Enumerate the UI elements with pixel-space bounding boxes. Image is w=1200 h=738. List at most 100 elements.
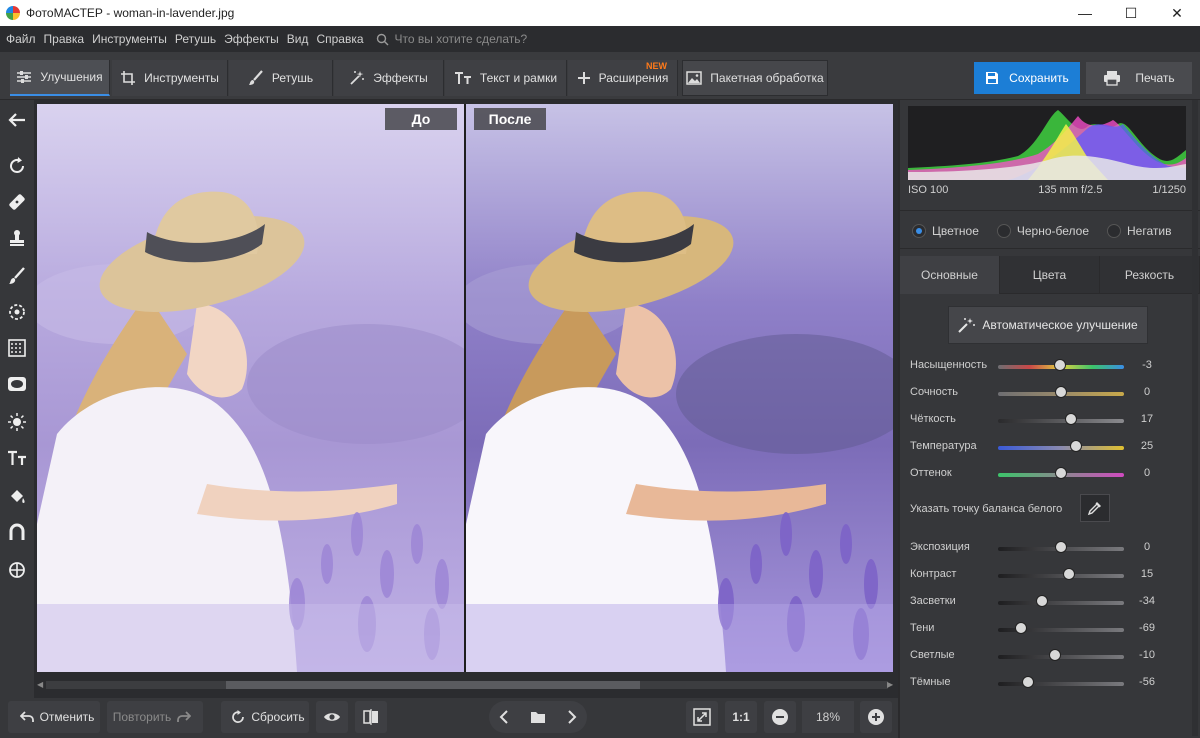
slider-knob[interactable]	[1055, 467, 1067, 479]
slider-knob[interactable]	[1053, 359, 1066, 371]
tab-colors[interactable]: Цвета	[1000, 256, 1100, 294]
slider-track[interactable]	[998, 601, 1124, 605]
slider-label: Оттенок	[910, 467, 952, 479]
slider-track[interactable]	[998, 419, 1124, 423]
slider-value[interactable]: -69	[1132, 622, 1162, 634]
actual-size-button[interactable]: 1:1	[725, 701, 757, 733]
app-logo-icon	[6, 6, 20, 20]
gradient-filter-icon[interactable]	[5, 336, 29, 360]
zoom-out-icon	[772, 709, 788, 725]
print-button[interactable]: Печать	[1086, 62, 1192, 94]
vignette-icon[interactable]	[5, 372, 29, 396]
fit-screen-button[interactable]	[686, 701, 718, 733]
tab-extensions[interactable]: Расширения NEW	[568, 60, 678, 96]
slider-track[interactable]	[998, 655, 1124, 659]
redo-button[interactable]: Повторить	[107, 701, 203, 733]
reset-label: Сбросить	[251, 710, 305, 724]
tab-effects[interactable]: Эффекты	[334, 60, 444, 96]
mode-color-radio[interactable]: Цветное	[912, 224, 979, 238]
slider-value[interactable]: 15	[1132, 568, 1162, 580]
menu-file[interactable]: Файл	[6, 32, 36, 46]
panel-scrollbar[interactable]	[1192, 100, 1198, 736]
slider-knob[interactable]	[1062, 568, 1075, 580]
slider-track[interactable]	[998, 682, 1124, 686]
radial-icon[interactable]	[5, 300, 29, 324]
slider-value[interactable]: -34	[1132, 595, 1162, 607]
image-canvas[interactable]: До После ◀ ▶	[34, 100, 898, 698]
patch-icon[interactable]	[5, 190, 29, 214]
close-button[interactable]: ✕	[1154, 0, 1200, 26]
slider-knob[interactable]	[1070, 440, 1083, 452]
menu-help[interactable]: Справка	[316, 32, 363, 46]
slider-knob[interactable]	[1055, 541, 1067, 553]
menu-view[interactable]: Вид	[287, 32, 309, 46]
scroll-right-icon[interactable]: ▶	[887, 680, 893, 689]
scroll-left-icon[interactable]: ◀	[37, 680, 43, 689]
next-image-icon[interactable]	[567, 710, 577, 724]
folder-icon[interactable]	[530, 710, 546, 724]
tab-basic[interactable]: Основные	[900, 256, 1000, 294]
fill-icon[interactable]	[5, 484, 29, 508]
maximize-button[interactable]: ☐	[1108, 0, 1154, 26]
back-arrow-icon[interactable]	[5, 108, 29, 132]
slider-value[interactable]: -56	[1132, 676, 1162, 688]
tab-batch-processing[interactable]: Пакетная обработка	[682, 60, 828, 96]
scroll-thumb[interactable]	[226, 681, 640, 689]
target-icon[interactable]	[5, 558, 29, 582]
horizontal-scrollbar[interactable]: ◀ ▶	[34, 678, 898, 690]
menu-edit[interactable]: Правка	[44, 32, 85, 46]
tab-tools[interactable]: Инструменты	[112, 60, 228, 96]
slider-value[interactable]: -3	[1132, 359, 1162, 371]
slider-track[interactable]	[998, 574, 1124, 578]
slider-label: Тёмные	[910, 676, 951, 688]
mode-negative-radio[interactable]: Негатив	[1107, 224, 1171, 238]
slider-value[interactable]: -10	[1132, 649, 1162, 661]
slider-value[interactable]: 0	[1132, 467, 1162, 479]
slider-value[interactable]: 0	[1132, 541, 1162, 553]
slider-value[interactable]: 25	[1132, 440, 1162, 452]
menu-effects[interactable]: Эффекты	[224, 32, 279, 46]
left-tool-strip	[0, 100, 34, 698]
slider-value[interactable]: 17	[1132, 413, 1162, 425]
tab-text-frames[interactable]: Текст и рамки	[445, 60, 567, 96]
lens-value: 135 mm f/2.5	[1038, 184, 1103, 196]
minimize-button[interactable]: —	[1062, 0, 1108, 26]
zoom-value[interactable]: 18%	[802, 701, 854, 733]
tab-retouch[interactable]: Ретушь	[229, 60, 333, 96]
preview-button[interactable]	[316, 701, 348, 733]
magnet-icon[interactable]	[5, 520, 29, 544]
save-button[interactable]: Сохранить	[974, 62, 1080, 94]
prev-image-icon[interactable]	[499, 710, 509, 724]
slider-knob[interactable]	[1014, 622, 1027, 634]
slider-knob[interactable]	[1022, 676, 1035, 688]
slider-track[interactable]	[998, 446, 1124, 450]
light-icon[interactable]	[5, 410, 29, 434]
reset-button[interactable]: Сбросить	[221, 701, 309, 733]
zoom-out-button[interactable]	[764, 701, 796, 733]
stamp-icon[interactable]	[5, 226, 29, 250]
brush-tool-icon[interactable]	[5, 264, 29, 288]
compare-button[interactable]	[355, 701, 387, 733]
command-search[interactable]: Что вы хотите сделать?	[376, 32, 527, 46]
menu-retouch[interactable]: Ретушь	[175, 32, 216, 46]
auto-enhance-button[interactable]: Автоматическое улучшение	[948, 306, 1148, 344]
slider-knob[interactable]	[1055, 386, 1067, 398]
tab-sharpness[interactable]: Резкость	[1100, 256, 1200, 294]
slider-knob[interactable]	[1048, 649, 1061, 661]
slider-knob[interactable]	[1036, 595, 1049, 607]
menu-tools[interactable]: Инструменты	[92, 32, 167, 46]
before-label: До	[385, 108, 457, 130]
white-balance-label: Указать точку баланса белого	[910, 503, 1063, 515]
mode-color-label: Цветное	[932, 224, 979, 238]
slider-label: Насыщенность	[910, 359, 988, 371]
redo-icon	[177, 711, 192, 722]
rotate-icon[interactable]	[5, 154, 29, 178]
eyedropper-button[interactable]	[1080, 494, 1110, 522]
slider-knob[interactable]	[1065, 413, 1078, 425]
slider-value[interactable]: 0	[1132, 386, 1162, 398]
zoom-in-button[interactable]	[860, 701, 892, 733]
mode-bw-radio[interactable]: Черно-белое	[996, 224, 1089, 238]
tab-enhancements[interactable]: Улучшения	[10, 60, 110, 96]
text-tool-icon[interactable]	[5, 446, 29, 470]
undo-button[interactable]: Отменить	[8, 701, 100, 733]
